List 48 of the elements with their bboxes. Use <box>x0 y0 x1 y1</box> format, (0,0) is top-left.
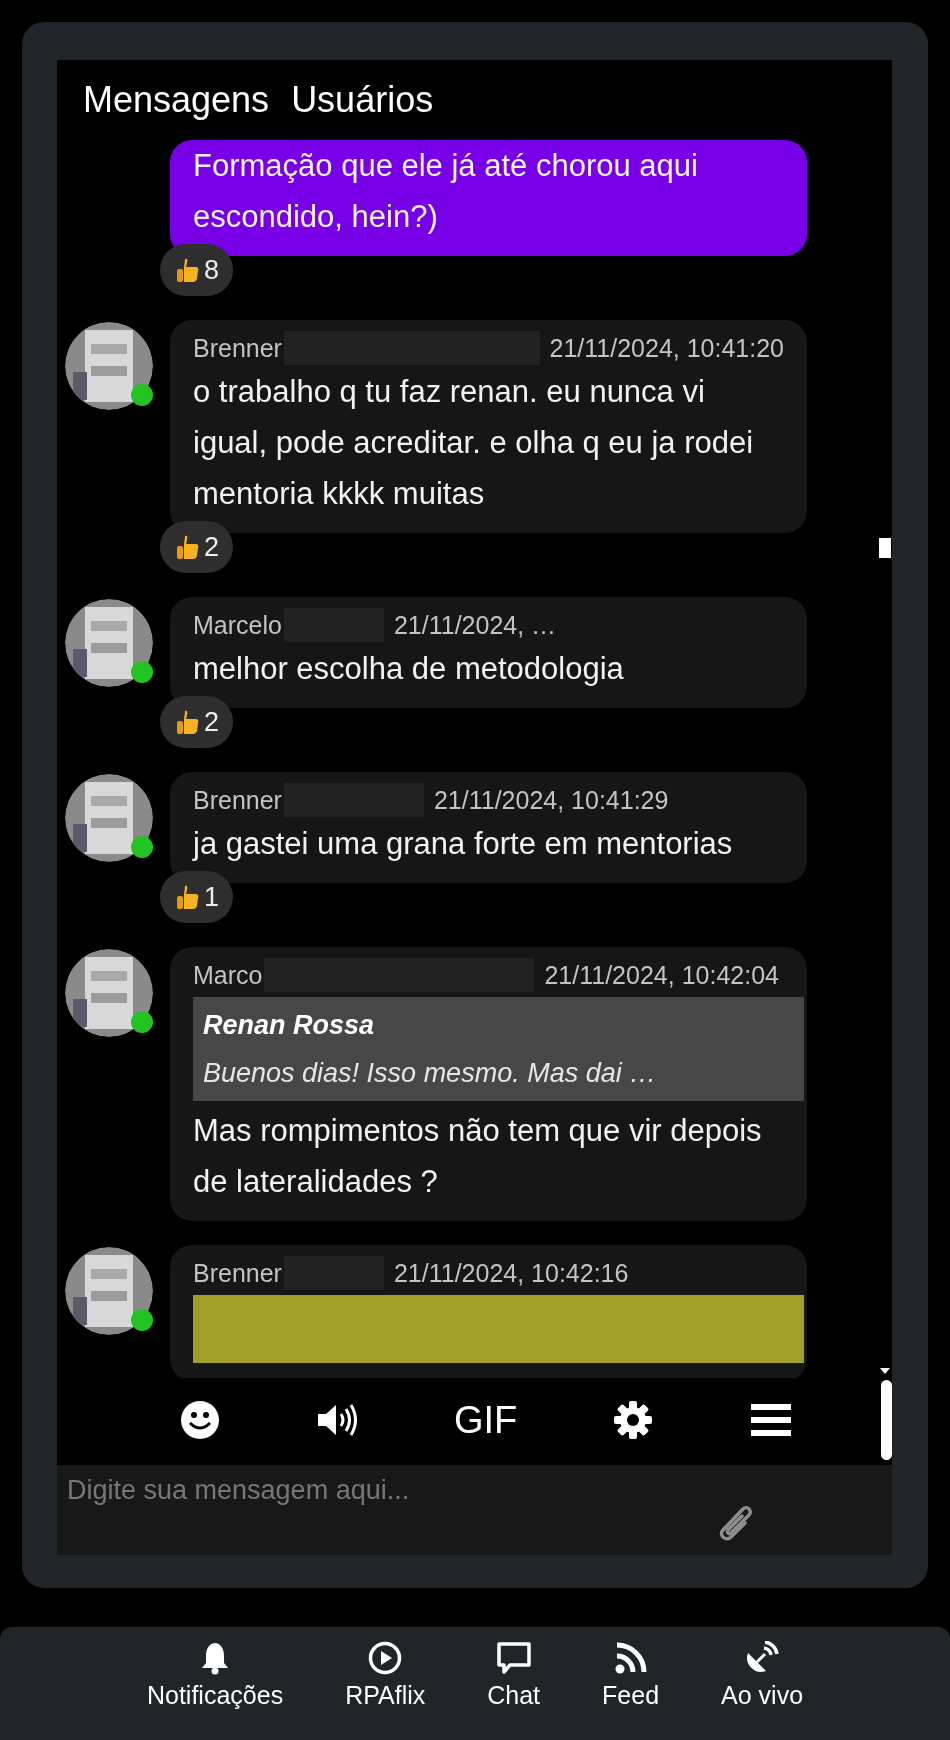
reaction-button[interactable]: 8 <box>160 244 234 296</box>
author-name: Marco <box>193 960 263 991</box>
thumbs-up-icon <box>176 884 200 910</box>
timestamp: 21/11/2024, 10:41:29 <box>433 785 669 816</box>
nav-item[interactable]: Notificações <box>146 1641 284 1740</box>
tab[interactable]: Mensagens <box>83 79 270 121</box>
message-text: Formação que ele já até chorou aqui escondido, hein?) <box>193 147 699 236</box>
message-text: Mas rompimentos não tem que vir depois de lateralidades ? <box>193 1112 763 1201</box>
menu-icon <box>751 1403 792 1437</box>
nav-item[interactable]: Chat <box>487 1641 541 1740</box>
message-text: ja gastei uma grana forte em mentorias <box>193 825 734 863</box>
nav-item[interactable]: Feed <box>602 1641 660 1740</box>
reaction-button[interactable]: 2 <box>160 696 234 748</box>
scrollbar-thumb[interactable] <box>881 1380 892 1460</box>
quote-text: Buenos dias! Isso mesmo. Mas dai … <box>203 1057 658 1090</box>
settings-icon <box>613 1400 654 1440</box>
author-name: Brenner <box>193 333 282 364</box>
message-text: o trabalho q tu faz renan. eu nunca vi igual, pode acreditar. e olha q eu ja rodei mentoria kkkk muitas <box>193 373 755 513</box>
gif-button[interactable]: GIF <box>454 1398 518 1442</box>
quote-author: Renan Rossa <box>203 1009 376 1042</box>
nav-item[interactable]: Ao vivo <box>721 1641 804 1740</box>
rss-icon <box>613 1641 648 1675</box>
timestamp: 21/11/2024, 10:42:04 <box>544 960 779 991</box>
timestamp: 21/11/2024, 10:42:16 <box>393 1258 629 1289</box>
satellite-dish-icon <box>744 1641 781 1675</box>
speaker-icon <box>316 1402 360 1438</box>
reaction-button[interactable]: 1 <box>160 871 234 923</box>
message-input[interactable]: Digite sua mensagem aqui... <box>57 1465 892 1555</box>
thumbs-up-icon <box>176 257 200 283</box>
message-text: melhor escolha de metodologia <box>193 650 625 688</box>
scroll-down-arrow[interactable] <box>880 1368 890 1374</box>
author-name: Brenner <box>193 785 282 816</box>
author-name: Brenner <box>193 1258 282 1289</box>
nav-item[interactable]: RPAflix <box>345 1641 426 1740</box>
timestamp: 21/11/2024, 10:41:20 <box>549 333 784 364</box>
thumbs-up-icon <box>176 709 200 735</box>
reaction-button[interactable]: 2 <box>160 521 234 573</box>
timestamp: 21/11/2024, … <box>393 610 557 641</box>
thumbs-up-icon <box>176 534 200 560</box>
author-name: Marcelo <box>193 610 282 641</box>
play-icon <box>368 1641 403 1675</box>
emoji-button[interactable] <box>178 1400 222 1440</box>
tab[interactable]: Usuários <box>291 79 434 121</box>
scrollbar-thumb[interactable] <box>879 538 891 558</box>
chat-icon <box>495 1641 532 1675</box>
sound-button[interactable] <box>316 1402 360 1438</box>
smiley-icon <box>180 1400 220 1440</box>
menu-button[interactable] <box>749 1403 794 1437</box>
